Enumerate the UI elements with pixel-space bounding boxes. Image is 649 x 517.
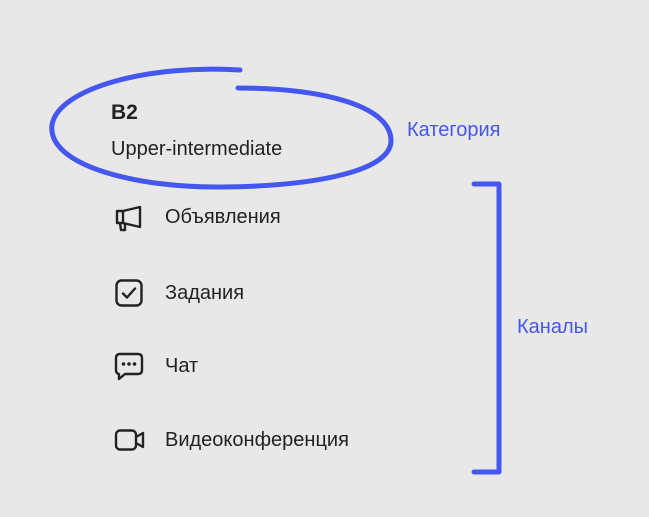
channel-label: Чат (165, 355, 199, 377)
channel-label: Объявления (165, 206, 281, 228)
category-highlight-ellipse (49, 66, 394, 190)
channels-bracket (471, 181, 502, 475)
category-annotation-label: Категория (407, 119, 501, 141)
channel-item-assignments[interactable]: Задания (113, 277, 244, 309)
channel-label: Видеоконференция (165, 429, 349, 451)
category-name: Upper-intermediate (111, 138, 283, 160)
category-code: B2 (111, 101, 138, 124)
video-camera-icon (113, 424, 147, 456)
channel-label: Задания (165, 282, 245, 304)
channels-annotation-label: Каналы (517, 316, 588, 338)
checkbox-icon (113, 277, 147, 309)
megaphone-icon (113, 201, 147, 233)
channel-item-announcements[interactable]: Объявления (113, 201, 281, 233)
channel-item-video-conference[interactable]: Видеоконференция (113, 424, 349, 456)
channel-item-chat[interactable]: Чат (113, 350, 198, 382)
chat-bubble-icon (113, 350, 147, 382)
